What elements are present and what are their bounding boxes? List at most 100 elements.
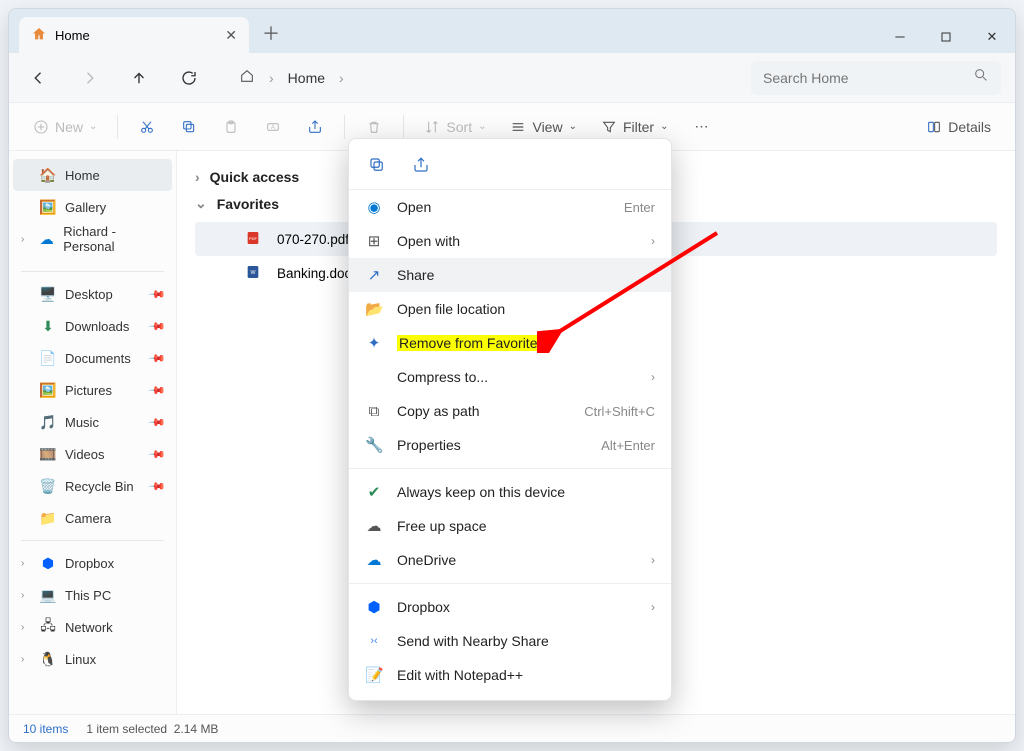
breadcrumb-home-icon <box>239 68 255 87</box>
gallery-icon: 🖼️ <box>39 199 57 216</box>
chevron-right-icon: › <box>651 370 655 384</box>
status-count: 10 items <box>23 722 68 736</box>
sidebar-item-linux[interactable]: ›🐧Linux <box>13 643 172 675</box>
pin-icon: 📌 <box>148 285 167 304</box>
status-selected: 1 item selected <box>86 722 167 736</box>
details-button[interactable]: Details <box>916 110 1001 144</box>
sync-icon: ✔ <box>365 483 383 501</box>
forward-button[interactable] <box>73 62 105 94</box>
close-tab-icon[interactable]: ✕ <box>225 27 237 44</box>
ctx-onedrive[interactable]: ☁OneDrive› <box>349 543 671 577</box>
folder-icon: 📁 <box>39 510 57 527</box>
pin-icon: 📌 <box>148 413 167 432</box>
sidebar-item-pictures[interactable]: 🖼️Pictures📌 <box>13 374 172 406</box>
ctx-open-with[interactable]: ⊞Open with› <box>349 224 671 258</box>
ctx-share[interactable]: ↗Share <box>349 258 671 292</box>
file-name: Banking.docx <box>277 266 358 281</box>
copy-button[interactable] <box>170 110 208 144</box>
chevron-right-icon[interactable]: › <box>21 234 30 245</box>
chevron-right-icon: › <box>651 234 655 248</box>
ctx-open-location[interactable]: 📂Open file location <box>349 292 671 326</box>
back-button[interactable] <box>23 62 55 94</box>
tab-home[interactable]: Home ✕ <box>19 17 249 53</box>
pdf-icon: PDF <box>245 230 263 249</box>
ctx-edit-npp[interactable]: 📝Edit with Notepad++ <box>349 658 671 692</box>
up-button[interactable] <box>123 62 155 94</box>
pin-icon: 📌 <box>148 381 167 400</box>
open-with-icon: ⊞ <box>365 232 383 250</box>
maximize-button[interactable] <box>923 21 969 53</box>
close-button[interactable]: ✕ <box>969 21 1015 53</box>
chevron-right-icon: › <box>339 70 344 86</box>
ctx-always-keep[interactable]: ✔Always keep on this device <box>349 475 671 509</box>
pin-icon: 📌 <box>148 349 167 368</box>
onedrive-icon: ☁ <box>38 231 55 248</box>
chevron-right-icon: › <box>651 553 655 567</box>
dropbox-icon: ⬢ <box>39 555 57 572</box>
search-input[interactable] <box>763 70 973 86</box>
ctx-copy-icon[interactable] <box>363 151 391 179</box>
status-bar: 10 items 1 item selected 2.14 MB <box>9 714 1015 742</box>
sidebar-item-documents[interactable]: 📄Documents📌 <box>13 342 172 374</box>
search-icon <box>973 67 989 88</box>
context-menu: ◉OpenEnter ⊞Open with› ↗Share 📂Open file… <box>348 138 672 701</box>
pin-icon: 📌 <box>148 445 167 464</box>
music-icon: 🎵 <box>39 414 57 431</box>
sidebar-item-dropbox[interactable]: ›⬢Dropbox <box>13 547 172 579</box>
sidebar-item-personal[interactable]: ›☁Richard - Personal <box>13 223 172 255</box>
sidebar-item-gallery[interactable]: 🖼️Gallery <box>13 191 172 223</box>
downloads-icon: ⬇ <box>39 318 57 335</box>
status-size: 2.14 MB <box>174 722 219 736</box>
breadcrumb-home[interactable]: Home <box>288 70 325 86</box>
desktop-icon: 🖥️ <box>39 286 57 303</box>
search-box[interactable] <box>751 61 1001 95</box>
chevron-right-icon[interactable]: › <box>21 558 31 569</box>
cut-button[interactable] <box>128 110 166 144</box>
minimize-button[interactable] <box>877 21 923 53</box>
sidebar-item-music[interactable]: 🎵Music📌 <box>13 406 172 438</box>
sidebar-item-camera[interactable]: 📁Camera <box>13 502 172 534</box>
chevron-right-icon[interactable]: › <box>21 622 31 633</box>
folder-icon: 📂 <box>365 300 383 318</box>
rename-button: A <box>254 110 292 144</box>
share-button[interactable] <box>296 110 334 144</box>
ctx-open[interactable]: ◉OpenEnter <box>349 190 671 224</box>
more-button[interactable]: ⋯ <box>682 110 720 144</box>
chevron-down-icon: ⌄ <box>195 195 207 212</box>
chevron-right-icon[interactable]: › <box>21 590 31 601</box>
sidebar-item-videos[interactable]: 🎞️Videos📌 <box>13 438 172 470</box>
sidebar-item-home[interactable]: 🏠Home <box>13 159 172 191</box>
nearby-icon: ›‹ <box>365 635 383 647</box>
pc-icon: 💻 <box>39 587 57 604</box>
pin-icon: 📌 <box>148 317 167 336</box>
properties-icon: 🔧 <box>365 436 383 454</box>
notepadpp-icon: 📝 <box>365 666 383 684</box>
ctx-nearby-share[interactable]: ›‹Send with Nearby Share <box>349 624 671 658</box>
ctx-free-up[interactable]: ☁Free up space <box>349 509 671 543</box>
ctx-share-icon[interactable] <box>407 151 435 179</box>
ctx-compress[interactable]: Compress to...› <box>349 360 671 394</box>
refresh-button[interactable] <box>173 62 205 94</box>
chevron-right-icon[interactable]: › <box>21 654 31 665</box>
nav-bar: › Home › <box>9 53 1015 103</box>
pictures-icon: 🖼️ <box>39 382 57 399</box>
copy-path-icon: ⧉ <box>365 403 383 420</box>
sidebar: 🏠Home 🖼️Gallery ›☁Richard - Personal 🖥️D… <box>9 151 177 714</box>
breadcrumb[interactable]: › Home › <box>223 62 733 93</box>
tab-title: Home <box>55 28 90 43</box>
recycle-icon: 🗑️ <box>39 478 57 495</box>
file-name: 070-270.pdf <box>277 232 349 247</box>
sidebar-item-network[interactable]: ›🖧Network <box>13 611 172 643</box>
new-button[interactable]: New ⌄ <box>23 110 107 144</box>
ctx-copy-path[interactable]: ⧉Copy as pathCtrl+Shift+C <box>349 394 671 428</box>
sidebar-item-thispc[interactable]: ›💻This PC <box>13 579 172 611</box>
sidebar-item-downloads[interactable]: ⬇Downloads📌 <box>13 310 172 342</box>
new-tab-button[interactable]: ＋ <box>255 17 287 49</box>
sidebar-item-desktop[interactable]: 🖥️Desktop📌 <box>13 278 172 310</box>
ctx-remove-favorites[interactable]: ✦Remove from Favorites <box>349 326 671 360</box>
context-quick-actions <box>349 147 671 190</box>
videos-icon: 🎞️ <box>39 446 57 463</box>
ctx-dropbox[interactable]: ⬢Dropbox› <box>349 590 671 624</box>
ctx-properties[interactable]: 🔧PropertiesAlt+Enter <box>349 428 671 462</box>
sidebar-item-recycle[interactable]: 🗑️Recycle Bin📌 <box>13 470 172 502</box>
